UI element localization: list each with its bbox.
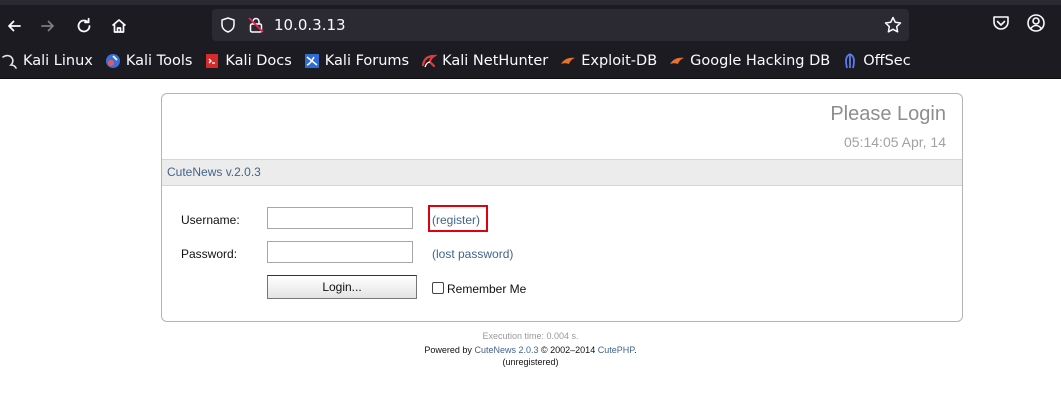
reload-button[interactable] — [70, 12, 98, 40]
home-icon — [111, 19, 127, 33]
kali-docs-icon — [206, 54, 219, 68]
cutephp-link[interactable]: CutePHP — [598, 345, 634, 355]
page-title: Please Login — [830, 103, 946, 125]
bookmark-kali-tools[interactable]: Kali Tools — [105, 48, 193, 74]
url-text[interactable]: 10.0.3.13 — [274, 16, 346, 34]
bookmark-offsec[interactable]: OffSec — [842, 48, 911, 74]
ghdb-icon — [670, 57, 685, 64]
bookmark-kali-linux[interactable]: Kali Linux — [2, 48, 93, 74]
unregistered-text: (unregistered) — [502, 357, 559, 367]
powered-by-text: Powered by — [424, 345, 472, 355]
remember-me-label: Remember Me — [447, 282, 527, 296]
browser-chrome: 10.0.3.13 Kali Linux Kali Tools Kali Doc… — [0, 0, 1061, 79]
password-field[interactable] — [267, 241, 413, 263]
bookmarks-toolbar: Kali Linux Kali Tools Kali Docs Kali For… — [0, 48, 1061, 74]
forward-button[interactable] — [34, 12, 62, 40]
back-button[interactable] — [0, 12, 28, 40]
registration-status: (unregistered) — [0, 357, 1061, 367]
login-panel: Please Login 05:14:05 Apr, 14 CuteNews v… — [161, 93, 963, 322]
exploit-db-icon — [561, 57, 576, 64]
arrow-right-icon — [41, 20, 54, 32]
remember-me-checkbox[interactable] — [432, 282, 444, 294]
arrow-left-icon — [8, 20, 21, 32]
login-button[interactable]: Login... — [267, 275, 417, 299]
lost-password-link[interactable]: (lost password) — [432, 247, 513, 261]
bookmark-label: Kali Linux — [23, 53, 93, 69]
bookmark-label: OffSec — [863, 53, 911, 69]
bookmark-kali-nethunter[interactable]: Kali NetHunter — [421, 48, 548, 74]
copyright-text: © 2002–2014 — [541, 345, 596, 355]
powered-by-line: Powered by CuteNews 2.0.3 © 2002–2014 Cu… — [0, 345, 1061, 355]
bookmark-label: Google Hacking DB — [690, 53, 831, 69]
register-link[interactable]: (register) — [432, 213, 480, 227]
account-icon[interactable] — [1026, 13, 1046, 33]
password-label: Password: — [181, 247, 238, 261]
bookmark-exploit-db[interactable]: Exploit-DB — [560, 48, 657, 74]
username-label: Username: — [181, 213, 240, 227]
server-datetime: 05:14:05 Apr, 14 — [844, 134, 946, 150]
bookmark-label: Exploit-DB — [581, 53, 658, 69]
shield-icon[interactable] — [219, 16, 237, 34]
offsec-icon — [845, 53, 856, 69]
version-link[interactable]: CuteNews v.2.0.3 — [167, 165, 261, 179]
bookmark-label: Kali Docs — [225, 53, 292, 69]
bookmark-label: Kali NetHunter — [442, 53, 549, 69]
insecure-lock-icon[interactable] — [247, 16, 265, 34]
period-text: . — [634, 345, 637, 355]
version-bar: CuteNews v.2.0.3 — [162, 159, 962, 186]
kali-nethunter-icon — [422, 54, 438, 68]
pocket-icon[interactable] — [991, 13, 1011, 33]
tab-strip-edge — [0, 0, 1061, 5]
bookmark-google-hacking-db[interactable]: Google Hacking DB — [669, 48, 830, 74]
execution-time-text: Execution time: 0.004 s. — [482, 331, 579, 341]
url-bar[interactable]: 10.0.3.13 — [212, 9, 909, 41]
cutenews-link[interactable]: CuteNews 2.0.3 — [474, 345, 538, 355]
bookmark-star-icon[interactable] — [883, 15, 903, 35]
kali-dragon-icon — [2, 54, 17, 69]
kali-forums-icon — [304, 54, 319, 68]
home-button[interactable] — [105, 12, 133, 40]
bookmark-label: Kali Tools — [125, 53, 193, 69]
bookmark-label: Kali Forums — [324, 53, 410, 69]
username-field[interactable] — [267, 207, 413, 229]
execution-time: Execution time: 0.004 s. — [0, 331, 1061, 341]
reload-icon — [77, 17, 91, 33]
kali-tools-icon — [105, 54, 120, 68]
bookmark-kali-docs[interactable]: Kali Docs — [204, 48, 292, 74]
bookmark-kali-forums[interactable]: Kali Forums — [304, 48, 409, 74]
